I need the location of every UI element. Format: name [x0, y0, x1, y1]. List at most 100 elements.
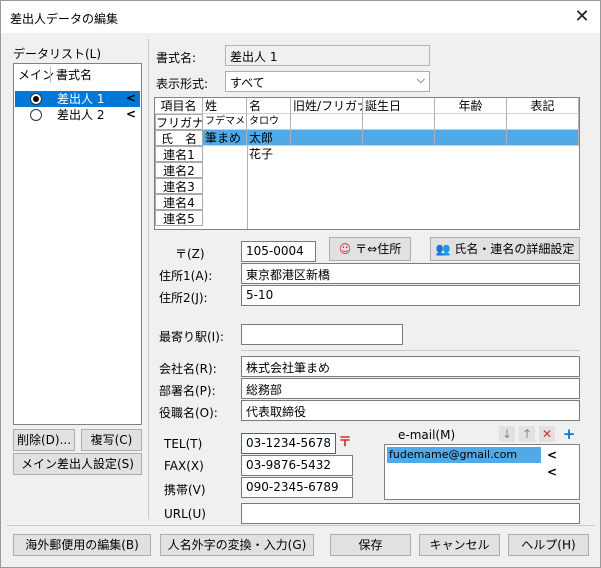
grid-header: 表記: [507, 98, 579, 114]
url-label: URL(U): [164, 507, 206, 521]
list-item[interactable]: 差出人 2: [15, 107, 140, 123]
grid-cell[interactable]: [363, 114, 435, 130]
people-icon: 👥: [435, 242, 451, 256]
list-item-label: 差出人 1: [57, 92, 105, 106]
grid-cell[interactable]: [507, 130, 579, 146]
display-format-select[interactable]: すべて ⌵: [225, 71, 430, 92]
scroll-left-icon[interactable]: <: [126, 91, 136, 105]
zip-address-label: 〒⇔住所: [355, 242, 402, 256]
grid-header: 誕生日: [363, 98, 435, 114]
window-title: 差出人データの編集: [10, 12, 119, 26]
grid-cell[interactable]: [363, 130, 435, 146]
list-item[interactable]: 差出人 1: [15, 91, 140, 107]
name-detail-label: 氏名・連名の詳細設定: [454, 242, 575, 256]
grid-header: 名: [247, 98, 291, 114]
col-main-header: メイン: [18, 64, 58, 86]
help-button[interactable]: ヘルプ(H): [508, 534, 589, 556]
zip-address-button[interactable]: ☺ 〒⇔住所: [329, 237, 411, 261]
grid-cell[interactable]: タロウ: [247, 114, 291, 130]
grid-cell[interactable]: [291, 114, 363, 130]
email-item[interactable]: fudemame@gmail.com: [387, 447, 541, 463]
grid-row-head: 連名2: [155, 162, 203, 178]
save-button[interactable]: 保存: [330, 534, 411, 556]
mobile-field[interactable]: 090-2345-6789: [241, 477, 353, 498]
vertical-divider: [148, 39, 149, 519]
email-label: e-mail(M): [398, 428, 456, 442]
grid-cell[interactable]: [507, 114, 579, 130]
scroll-left-icon[interactable]: <: [547, 448, 557, 462]
grid-cell[interactable]: 花子: [247, 146, 291, 162]
main-sender-setting-button[interactable]: メイン差出人設定(S): [13, 453, 142, 475]
list-item-label: 差出人 2: [57, 108, 105, 122]
format-name-field[interactable]: 差出人 1: [225, 45, 430, 66]
grid-cell[interactable]: [435, 130, 507, 146]
grid-row-head: 連名1: [155, 146, 203, 162]
grid-cell[interactable]: [291, 130, 363, 146]
header-divider: [50, 67, 51, 83]
tel-label: TEL(T): [164, 437, 203, 451]
address2-label: 住所2(J):: [159, 291, 208, 305]
scroll-left-icon[interactable]: <: [547, 465, 557, 479]
station-field[interactable]: [241, 324, 403, 345]
grid-header: 姓: [203, 98, 247, 114]
address2-field[interactable]: 5-10: [241, 285, 580, 306]
grid-row-head: 連名3: [155, 178, 203, 194]
job-title-field[interactable]: 代表取締役: [241, 400, 580, 421]
grid-col-line: [247, 146, 248, 229]
grid-header: 項目名: [155, 98, 203, 114]
address1-label: 住所1(A):: [159, 269, 213, 283]
fax-label: FAX(X): [164, 459, 204, 473]
address1-field[interactable]: 東京都港区新橋: [241, 263, 580, 284]
display-format-label: 表示形式:: [156, 77, 209, 91]
company-field[interactable]: 株式会社筆まめ: [241, 356, 580, 377]
section-divider: [241, 350, 580, 351]
title-bar: 差出人データの編集 ✕: [1, 1, 600, 33]
scroll-left-icon[interactable]: <: [126, 107, 136, 121]
grid-row-head: 氏 名: [155, 130, 203, 146]
grid-row-head: フリガナ: [155, 114, 203, 130]
bottom-divider: [7, 525, 595, 526]
grid-header: 旧姓/フリガナ: [291, 98, 363, 114]
chevron-down-icon: ⌵: [416, 73, 425, 86]
main-radio[interactable]: [30, 109, 42, 121]
department-field[interactable]: 総務部: [241, 378, 580, 399]
mobile-label: 携帯(V): [164, 483, 206, 497]
cancel-button[interactable]: キャンセル: [419, 534, 500, 556]
col-name-header: 書式名: [56, 64, 126, 86]
name-detail-button[interactable]: 👥 氏名・連名の詳細設定: [430, 237, 580, 261]
datalist-label: データリスト(L): [13, 47, 102, 61]
face-icon: ☺: [338, 242, 352, 256]
datalist-box[interactable]: メイン 書式名 差出人 1 差出人 2 < <: [13, 63, 142, 425]
zip-field[interactable]: 105-0004: [241, 241, 316, 262]
add-icon[interactable]: +: [561, 426, 577, 442]
grid-row-head: 連名4: [155, 194, 203, 210]
format-name-label: 書式名:: [156, 51, 197, 65]
move-down-icon[interactable]: ↓: [499, 426, 515, 442]
copy-button[interactable]: 複写(C): [81, 429, 142, 451]
delete-button[interactable]: 削除(D)...: [13, 429, 75, 451]
grid-cell[interactable]: 筆まめ: [203, 130, 247, 146]
grid-cell[interactable]: [435, 114, 507, 130]
zip-label: 〒(Z): [175, 247, 205, 261]
delete-icon[interactable]: ✕: [539, 426, 555, 442]
dialog-window: 差出人データの編集 ✕ データリスト(L) メイン 書式名 差出人 1 差出人 …: [0, 0, 601, 568]
move-up-icon[interactable]: ↑: [519, 426, 535, 442]
main-radio[interactable]: [30, 93, 42, 105]
grid-cell[interactable]: 太郎: [247, 130, 291, 146]
grid-header: 年齢: [435, 98, 507, 114]
tel-field[interactable]: 03-1234-5678: [241, 433, 336, 454]
email-list[interactable]: fudemame@gmail.com < <: [384, 444, 580, 500]
grid-row-head: 連名5: [155, 210, 203, 226]
overseas-edit-button[interactable]: 海外郵便用の編集(B): [13, 534, 151, 556]
close-icon[interactable]: ✕: [571, 6, 593, 28]
postal-mark-icon[interactable]: 〒: [338, 435, 352, 451]
job-title-label: 役職名(O):: [159, 406, 218, 420]
grid-cell[interactable]: フデマメ: [203, 114, 247, 130]
department-label: 部署名(P):: [159, 384, 216, 398]
station-label: 最寄り駅(I):: [159, 330, 224, 344]
gaiji-button[interactable]: 人名外字の変換・入力(G): [160, 534, 314, 556]
fax-field[interactable]: 03-9876-5432: [241, 455, 353, 476]
url-field[interactable]: [241, 503, 580, 524]
name-grid[interactable]: 項目名 姓 名 旧姓/フリガナ 誕生日 年齢 表記 フリガナ フデマメ タロウ …: [154, 97, 580, 230]
display-format-value: すべて: [230, 76, 265, 90]
